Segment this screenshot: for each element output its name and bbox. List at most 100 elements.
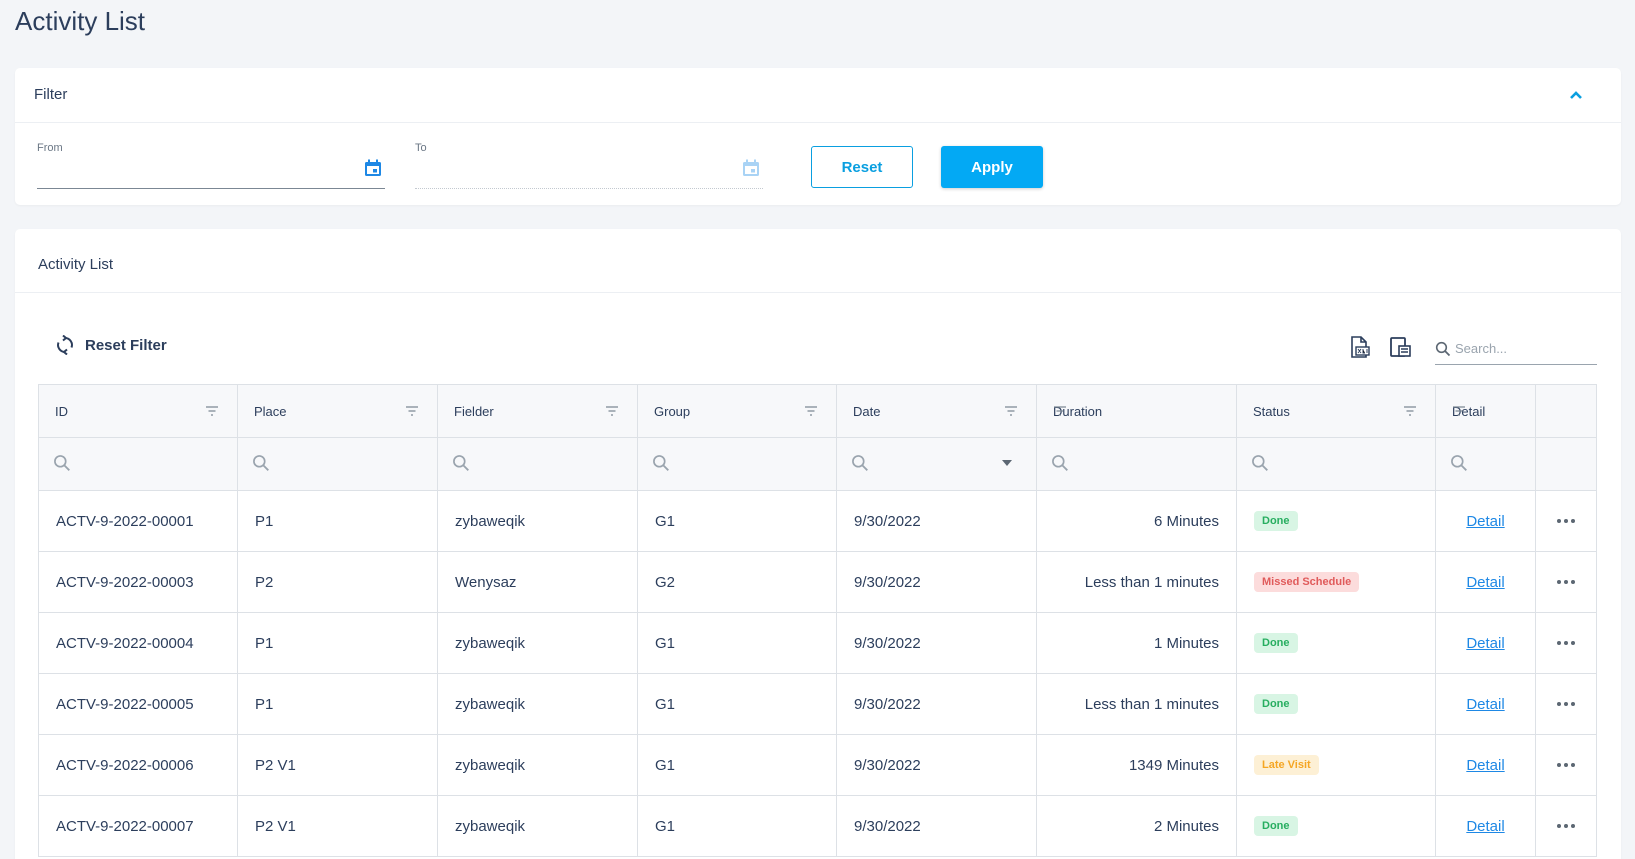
reset-filter-button[interactable]: Reset Filter	[55, 335, 167, 355]
export-excel-icon[interactable]	[1347, 335, 1371, 359]
cell-fielder: zybaweqik	[437, 734, 638, 796]
search-input[interactable]	[1455, 341, 1585, 356]
more-icon[interactable]	[1553, 519, 1579, 523]
table-row[interactable]: ACTV-9-2022-00004 P1 zybaweqik G1 9/30/2…	[38, 612, 1597, 674]
filter-cell-fielder[interactable]	[437, 437, 638, 491]
table-row[interactable]: ACTV-9-2022-00007 P2 V1 zybaweqik G1 9/3…	[38, 795, 1597, 857]
column-header-group[interactable]: Group	[637, 384, 837, 438]
filter-icon[interactable]	[804, 405, 818, 417]
cell-status: Done	[1236, 612, 1436, 674]
cell-place: P2 V1	[237, 795, 438, 857]
cell-actions	[1535, 795, 1597, 857]
calendar-icon[interactable]	[363, 158, 383, 178]
filter-cell-place[interactable]	[237, 437, 438, 491]
search-icon	[1451, 454, 1467, 471]
cell-place: P2	[237, 551, 438, 613]
detail-link[interactable]: Detail	[1466, 818, 1504, 835]
cell-group: G1	[637, 734, 837, 796]
status-badge: Done	[1254, 633, 1298, 653]
detail-link[interactable]: Detail	[1466, 635, 1504, 652]
filter-cell-date[interactable]	[836, 437, 1037, 491]
calendar-icon[interactable]	[741, 158, 761, 178]
cell-group: G1	[637, 673, 837, 735]
activity-list-panel: Activity List Reset Filter ID Place Fiel…	[15, 229, 1621, 859]
column-header-duration[interactable]: Duration	[1036, 384, 1237, 438]
search-box[interactable]	[1435, 333, 1597, 365]
from-label: From	[37, 142, 63, 154]
cell-date: 9/30/2022	[836, 612, 1037, 674]
filter-icon[interactable]	[1004, 405, 1018, 417]
cell-date: 9/30/2022	[836, 551, 1037, 613]
status-badge: Missed Schedule	[1254, 572, 1360, 592]
cell-id: ACTV-9-2022-00006	[38, 734, 238, 796]
filter-icon[interactable]	[1403, 405, 1417, 417]
column-header-id[interactable]: ID	[38, 384, 238, 438]
more-icon[interactable]	[1553, 580, 1579, 584]
column-header-place[interactable]: Place	[237, 384, 438, 438]
cell-date: 9/30/2022	[836, 795, 1037, 857]
more-icon[interactable]	[1553, 702, 1579, 706]
more-icon[interactable]	[1553, 641, 1579, 645]
cell-status: Done	[1236, 490, 1436, 552]
table-row[interactable]: ACTV-9-2022-00003 P2 Wenysaz G2 9/30/202…	[38, 551, 1597, 613]
cell-actions	[1535, 551, 1597, 613]
column-header-date[interactable]: Date	[836, 384, 1037, 438]
dropdown-icon[interactable]	[1002, 460, 1012, 466]
column-header-status[interactable]: Status	[1236, 384, 1436, 438]
filter-icon[interactable]	[605, 405, 619, 417]
filter-cell-detail[interactable]	[1435, 437, 1536, 491]
refresh-icon	[57, 335, 73, 355]
detail-link[interactable]: Detail	[1466, 757, 1504, 774]
activity-list-title: Activity List	[38, 256, 114, 273]
filter-icon[interactable]	[205, 405, 219, 417]
cell-id: ACTV-9-2022-00007	[38, 795, 238, 857]
cell-date: 9/30/2022	[836, 673, 1037, 735]
filter-icon[interactable]	[1053, 405, 1067, 417]
cell-id: ACTV-9-2022-00005	[38, 673, 238, 735]
table-row[interactable]: ACTV-9-2022-00006 P2 V1 zybaweqik G1 9/3…	[38, 734, 1597, 796]
table-row[interactable]: ACTV-9-2022-00001 P1 zybaweqik G1 9/30/2…	[38, 490, 1597, 552]
search-icon	[653, 454, 669, 471]
filter-icon[interactable]	[1452, 405, 1466, 417]
cell-id: ACTV-9-2022-00003	[38, 551, 238, 613]
cell-id: ACTV-9-2022-00004	[38, 612, 238, 674]
filter-header[interactable]: Filter	[15, 68, 1621, 123]
more-icon[interactable]	[1553, 763, 1579, 767]
cell-place: P1	[237, 612, 438, 674]
export-pdf-icon[interactable]	[1388, 335, 1412, 359]
status-badge: Done	[1254, 511, 1298, 531]
cell-status: Done	[1236, 795, 1436, 857]
column-header-detail[interactable]: Detail	[1435, 384, 1536, 438]
reset-button[interactable]: Reset	[811, 146, 913, 188]
status-badge: Done	[1254, 816, 1298, 836]
filter-cell-status[interactable]	[1236, 437, 1436, 491]
filter-cell-id[interactable]	[38, 437, 238, 491]
cell-group: G1	[637, 612, 837, 674]
column-header-actions	[1535, 384, 1597, 438]
table-row[interactable]: ACTV-9-2022-00005 P1 zybaweqik G1 9/30/2…	[38, 673, 1597, 735]
filter-icon[interactable]	[405, 405, 419, 417]
apply-button[interactable]: Apply	[941, 146, 1043, 188]
status-badge: Late Visit	[1254, 755, 1319, 775]
cell-status: Missed Schedule	[1236, 551, 1436, 613]
search-icon	[1052, 454, 1068, 471]
cell-detail: Detail	[1435, 612, 1536, 674]
detail-link[interactable]: Detail	[1466, 696, 1504, 713]
detail-link[interactable]: Detail	[1466, 513, 1504, 530]
cell-detail: Detail	[1435, 795, 1536, 857]
detail-link[interactable]: Detail	[1466, 574, 1504, 591]
column-header-fielder[interactable]: Fielder	[437, 384, 638, 438]
from-date-field[interactable]: From	[37, 142, 385, 189]
cell-duration: 6 Minutes	[1036, 490, 1237, 552]
filter-cell-group[interactable]	[637, 437, 837, 491]
filter-cell-actions	[1535, 437, 1597, 491]
cell-fielder: zybaweqik	[437, 490, 638, 552]
more-icon[interactable]	[1553, 824, 1579, 828]
chevron-up-icon[interactable]	[1569, 90, 1583, 100]
cell-place: P1	[237, 490, 438, 552]
cell-place: P2 V1	[237, 734, 438, 796]
to-date-field[interactable]: To	[415, 142, 763, 189]
cell-detail: Detail	[1435, 551, 1536, 613]
cell-group: G1	[637, 490, 837, 552]
filter-cell-duration[interactable]	[1036, 437, 1237, 491]
